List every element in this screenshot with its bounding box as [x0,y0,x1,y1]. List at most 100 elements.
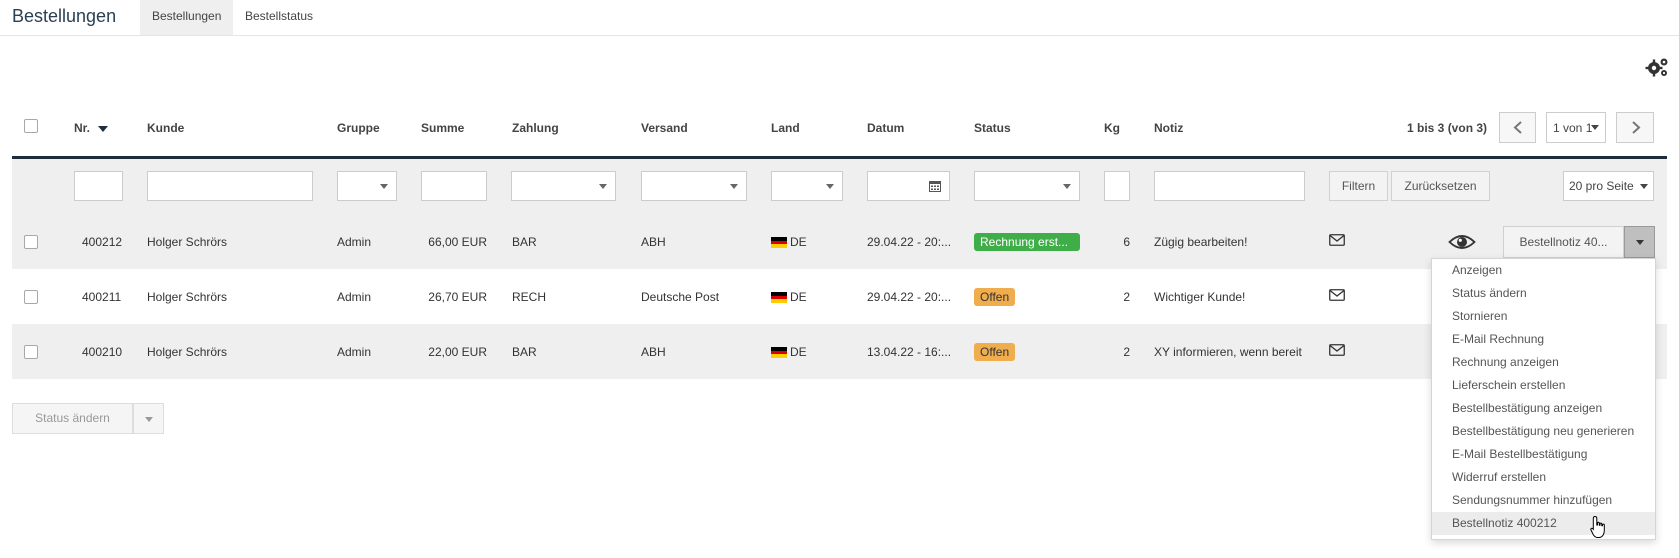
bulk-status-change-button[interactable]: Status ändern [12,403,133,434]
menu-item-sendungsnummer-hinzufuegen[interactable]: Sendungsnummer hinzufügen [1432,489,1655,512]
shipping-method: ABH [641,345,666,359]
envelope-icon[interactable] [1329,289,1345,301]
column-header-kg[interactable]: Kg [1104,121,1120,135]
status-badge: Offen [974,288,1016,306]
weight-kg: 6 [1123,235,1130,249]
customer-name: Holger Schrörs [147,290,228,304]
column-header-summe[interactable]: Summe [421,121,464,135]
filter-nr-input[interactable] [74,171,123,201]
caret-down-icon [599,184,607,189]
menu-item-email-bestellbestaetigung[interactable]: E-Mail Bestellbestätigung [1432,443,1655,466]
column-header-datum[interactable]: Datum [867,121,904,135]
country-code: DE [790,235,807,249]
select-all-checkbox[interactable] [24,119,38,133]
country-code: DE [790,345,807,359]
order-number[interactable]: 400212 [82,235,122,249]
weight-kg: 2 [1123,290,1130,304]
reset-filter-button[interactable]: Zurücksetzen [1391,171,1490,201]
filter-gruppe-select[interactable] [337,171,397,201]
row-checkbox[interactable] [24,290,38,304]
tab-bestellungen[interactable]: Bestellungen [140,0,234,35]
chevron-right-icon [1632,121,1641,134]
menu-item-bestellbestaetigung-anzeigen[interactable]: Bestellbestätigung anzeigen [1432,397,1655,420]
menu-item-email-rechnung[interactable]: E-Mail Rechnung [1432,328,1655,351]
menu-item-stornieren[interactable]: Stornieren [1432,305,1655,328]
row-actions-dropdown-toggle[interactable] [1624,226,1655,258]
filter-button[interactable]: Filtern [1329,171,1388,201]
page-title: Bestellungen [12,6,117,26]
column-header-zahlung[interactable]: Zahlung [512,121,559,135]
envelope-icon[interactable] [1329,234,1345,246]
next-page-button[interactable] [1616,112,1654,143]
row-checkbox[interactable] [24,235,38,249]
column-header-notiz[interactable]: Notiz [1154,121,1183,135]
filter-versand-select[interactable] [641,171,747,201]
hand-pointer-icon [1590,515,1605,538]
germany-flag-icon [771,347,787,358]
tab-bestellstatus[interactable]: Bestellstatus [233,0,325,35]
filter-kg-input[interactable] [1104,171,1130,201]
top-bar: Bestellungen Bestellungen Bestellstatus [0,0,1679,36]
chevron-left-icon [1513,121,1522,134]
table-row[interactable] [12,269,1667,324]
filter-notiz-input[interactable] [1154,171,1305,201]
filter-kunde-input[interactable] [147,171,313,201]
bulk-action-dropdown-toggle[interactable] [133,403,164,434]
menu-item-bestellbestaetigung-neu-generieren[interactable]: Bestellbestätigung neu generieren [1432,420,1655,443]
caret-down-icon [380,184,388,189]
weight-kg: 2 [1123,345,1130,359]
order-note-button[interactable]: Bestellnotiz 40... [1503,226,1624,258]
order-date: 13.04.22 - 16:... [867,345,952,359]
row-checkbox[interactable] [24,345,38,359]
order-note: Zügig bearbeiten! [1154,235,1248,249]
country-code: DE [790,290,807,304]
page-select[interactable]: 1 von 1 [1546,112,1606,143]
per-page-select[interactable]: 20 pro Seite [1563,171,1654,201]
filter-land-select[interactable] [771,171,843,201]
status-badge: Offen [974,343,1016,361]
eye-icon[interactable] [1448,232,1476,252]
germany-flag-icon [771,292,787,303]
filter-status-select[interactable] [974,171,1080,201]
menu-item-lieferschein-erstellen[interactable]: Lieferschein erstellen [1432,374,1655,397]
table-row[interactable] [12,214,1667,269]
filter-zahlung-select[interactable] [511,171,616,201]
germany-flag-icon [771,237,787,248]
caret-down-icon [1063,184,1071,189]
status-badge: Rechnung erst... [974,233,1080,251]
table-row[interactable] [12,324,1667,379]
order-total: 26,70 EUR [428,290,487,304]
column-header-nr[interactable]: Nr. [74,121,109,135]
column-header-kunde[interactable]: Kunde [147,121,184,135]
filter-datum-input[interactable] [867,171,950,201]
customer-group: Admin [337,235,372,249]
payment-method: RECH [512,290,547,304]
column-header-gruppe[interactable]: Gruppe [337,121,380,135]
menu-item-anzeigen[interactable]: Anzeigen [1432,259,1655,282]
customer-group: Admin [337,345,372,359]
menu-item-status-aendern[interactable]: Status ändern [1432,282,1655,305]
caret-down-icon [1591,125,1599,130]
customer-name: Holger Schrörs [147,345,228,359]
column-header-status[interactable]: Status [974,121,1011,135]
envelope-icon[interactable] [1329,344,1345,356]
menu-item-widerruf-erstellen[interactable]: Widerruf erstellen [1432,466,1655,489]
gears-icon[interactable] [1645,56,1669,78]
customer-name: Holger Schrörs [147,235,228,249]
pagination-summary: 1 bis 3 (von 3) [1407,121,1488,135]
filter-summe-input[interactable] [421,171,487,201]
payment-method: BAR [512,235,537,249]
caret-down-icon [98,125,109,132]
order-number[interactable]: 400211 [82,290,121,304]
calendar-icon [929,181,941,192]
customer-group: Admin [337,290,372,304]
order-note: Wichtiger Kunde! [1154,290,1246,304]
payment-method: BAR [512,345,537,359]
column-header-land[interactable]: Land [771,121,800,135]
previous-page-button[interactable] [1499,112,1536,143]
menu-item-rechnung-anzeigen[interactable]: Rechnung anzeigen [1432,351,1655,374]
caret-down-icon [145,417,153,422]
menu-item-bestellnotiz[interactable]: Bestellnotiz 400212 [1432,512,1655,535]
column-header-versand[interactable]: Versand [641,121,688,135]
order-number[interactable]: 400210 [82,345,122,359]
